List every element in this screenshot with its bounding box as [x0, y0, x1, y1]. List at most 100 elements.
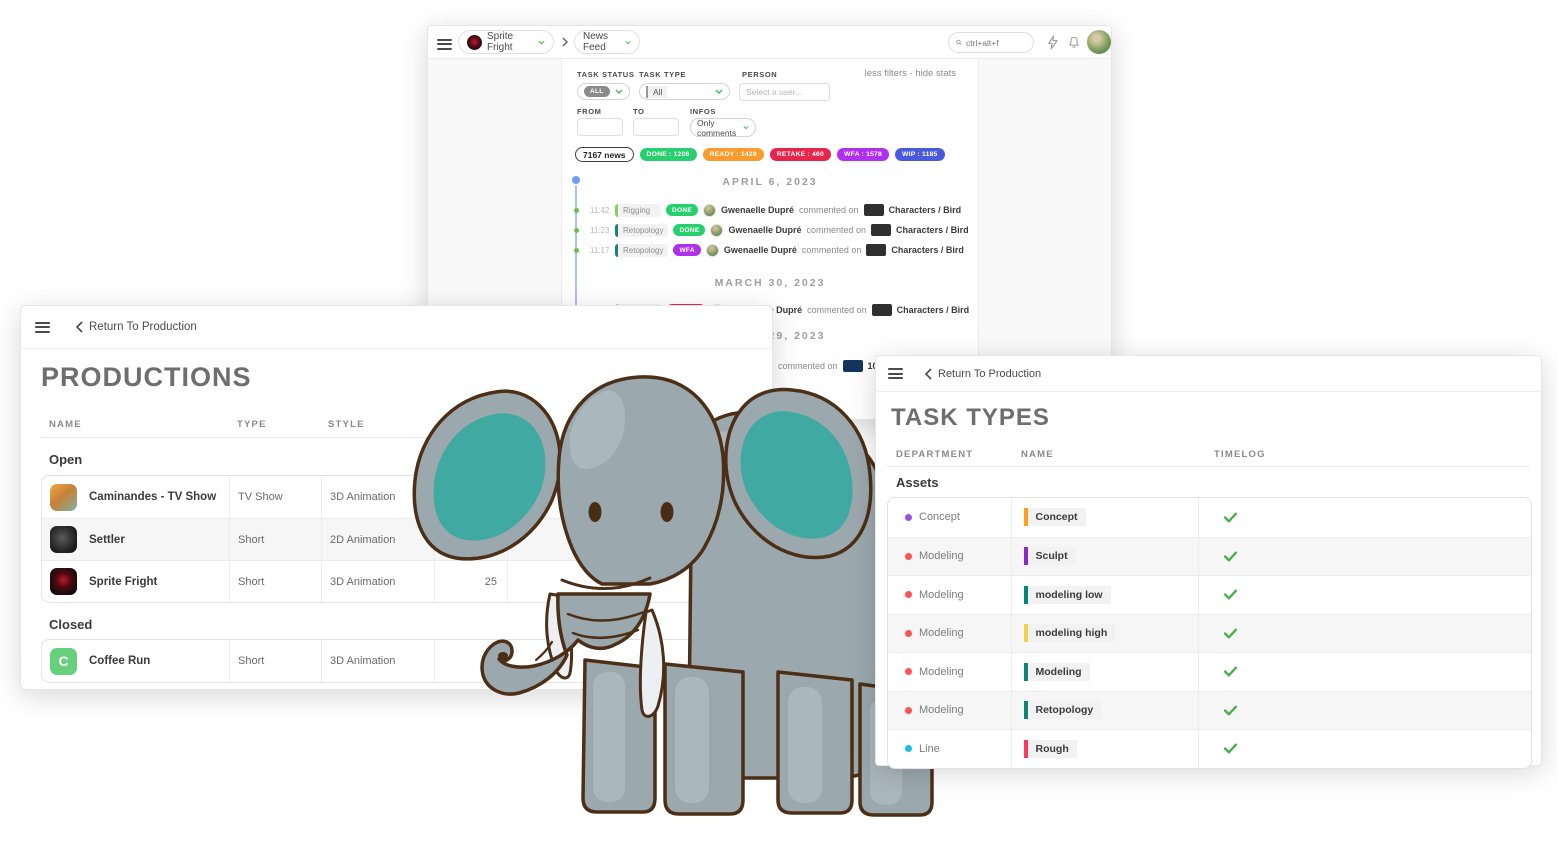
column-header-name[interactable]: NAME	[49, 419, 82, 430]
back-link[interactable]: Return To Production	[925, 368, 1041, 380]
feed-entry[interactable]: 11:23 Retopology DONE Gwenaelle Dupré co…	[590, 222, 974, 238]
task-type-chip: Rough	[1024, 740, 1077, 758]
check-icon	[1224, 551, 1237, 562]
department-color-dot	[905, 514, 912, 521]
task-types-table: Concept Concept Modeling Sculpt Modeling…	[887, 497, 1532, 769]
section-label-assets: Assets	[896, 475, 939, 490]
search-input[interactable]	[966, 38, 1026, 48]
task-type-chip: Concept	[1024, 508, 1086, 526]
table-row[interactable]: Modeling Modeling	[888, 652, 1531, 691]
column-header-department[interactable]: DEPARTMENT	[896, 449, 973, 460]
task-type-chip: Retopology	[615, 224, 668, 237]
department-color-dot	[905, 591, 912, 598]
production-avatar	[467, 35, 482, 50]
table-row[interactable]: Modeling modeling high	[888, 614, 1531, 653]
author-name[interactable]: Gwenaelle Dupré	[721, 205, 794, 215]
elephant-eye	[661, 502, 674, 522]
chevron-down-icon	[625, 40, 631, 45]
entity-thumbnail	[843, 360, 863, 372]
task-types-top-bar: Return To Production	[876, 356, 1541, 392]
table-row[interactable]: Modeling Retopology	[888, 691, 1531, 730]
chevron-left-icon	[925, 368, 932, 380]
entry-status-badge: DONE	[673, 224, 705, 236]
entry-time: 11:42	[590, 206, 610, 215]
less-filters-link[interactable]: less filters · hide stats	[865, 68, 956, 79]
section-label-closed: Closed	[49, 617, 92, 632]
menu-icon[interactable]	[888, 366, 903, 382]
chevron-right-icon	[562, 37, 568, 47]
column-header-type[interactable]: TYPE	[237, 419, 267, 430]
search-icon	[956, 38, 962, 47]
section-label-open: Open	[49, 452, 82, 467]
author-avatar	[710, 224, 723, 237]
production-thumbnail: C	[50, 648, 77, 675]
page-selector[interactable]: News Feed	[574, 30, 640, 54]
author-avatar	[706, 244, 719, 257]
chevron-down-icon	[743, 125, 749, 130]
task-types-window: Return To Production TASK TYPES DEPARTME…	[875, 355, 1542, 766]
check-icon	[1224, 628, 1237, 639]
table-row[interactable]: Modeling modeling low	[888, 575, 1531, 614]
department-color-dot	[905, 745, 912, 752]
author-name[interactable]: Gwenaelle Dupré	[724, 245, 797, 255]
department-color-dot	[905, 668, 912, 675]
task-type-chip: Retopology	[1024, 701, 1101, 719]
column-header-name[interactable]: NAME	[1021, 449, 1054, 460]
status-badge-ready[interactable]: READY : 1429	[703, 148, 764, 161]
table-row[interactable]: Modeling Sculpt	[888, 537, 1531, 576]
production-thumbnail	[50, 484, 77, 511]
production-name: Sprite Fright	[487, 31, 533, 53]
timeline-entry-dot	[574, 208, 579, 213]
table-row[interactable]: Concept Concept	[888, 498, 1531, 537]
bell-icon[interactable]	[1067, 35, 1081, 50]
column-header-style[interactable]: STYLE	[328, 419, 365, 430]
entry-status-badge: DONE	[666, 204, 698, 216]
check-icon	[1224, 666, 1237, 677]
entity-link[interactable]: Characters / Bird	[897, 305, 970, 315]
person-input[interactable]	[739, 83, 830, 101]
task-type-chip: modeling low	[1024, 586, 1111, 604]
entry-time: 11:17	[590, 246, 610, 255]
feed-entry[interactable]: 11:42 Rigging DONE Gwenaelle Dupré comme…	[590, 202, 974, 218]
check-icon	[1224, 512, 1237, 523]
menu-icon[interactable]	[35, 319, 50, 335]
page-title: PRODUCTIONS	[41, 362, 252, 393]
author-avatar	[703, 204, 716, 217]
task-status-select[interactable]: ALL	[577, 83, 630, 100]
from-input[interactable]	[577, 118, 623, 136]
page-title: TASK TYPES	[891, 404, 1050, 432]
production-selector[interactable]: Sprite Fright	[458, 30, 554, 54]
feed-entry[interactable]: 11:17 Retopology WFA Gwenaelle Dupré com…	[590, 242, 974, 258]
check-icon	[1224, 743, 1237, 754]
to-label: TO	[633, 107, 644, 116]
news-total-badge[interactable]: 7167 news	[575, 147, 634, 162]
chevron-left-icon	[76, 321, 83, 333]
entity-link[interactable]: Characters / Bird	[891, 245, 964, 255]
status-badge-retake[interactable]: RETAKE : 460	[770, 148, 831, 161]
lightning-icon[interactable]	[1046, 35, 1059, 50]
entity-link[interactable]: Characters / Bird	[889, 205, 962, 215]
column-header-timelog[interactable]: TIMELOG	[1214, 449, 1266, 460]
entity-link[interactable]: Characters / Bird	[896, 225, 969, 235]
task-type-chip: Retopology	[615, 244, 668, 257]
user-avatar[interactable]	[1087, 30, 1111, 54]
top-bar: Sprite Fright News Feed	[428, 26, 1111, 59]
status-badge-wip[interactable]: WIP : 1185	[895, 148, 945, 161]
search-box[interactable]	[948, 32, 1034, 53]
task-type-select[interactable]: All	[639, 83, 730, 100]
task-type-chip: modeling high	[1024, 624, 1115, 642]
task-type-value: All	[646, 86, 667, 98]
check-icon	[1224, 705, 1237, 716]
timeline-entry-dot	[574, 248, 579, 253]
table-row[interactable]: Line Rough	[888, 729, 1531, 768]
status-badge-done[interactable]: DONE : 1206	[640, 148, 697, 161]
infos-select[interactable]: Only comments	[690, 118, 756, 137]
feed-date: APRIL 6, 2023	[562, 176, 978, 188]
author-name[interactable]: Gwenaelle Dupré	[728, 225, 801, 235]
back-link[interactable]: Return To Production	[76, 321, 197, 333]
to-input[interactable]	[633, 118, 679, 136]
task-type-label: TASK TYPE	[639, 70, 686, 79]
status-badge-wfa[interactable]: WFA : 1578	[837, 148, 889, 161]
menu-icon[interactable]	[437, 36, 452, 52]
department-color-dot	[905, 630, 912, 637]
